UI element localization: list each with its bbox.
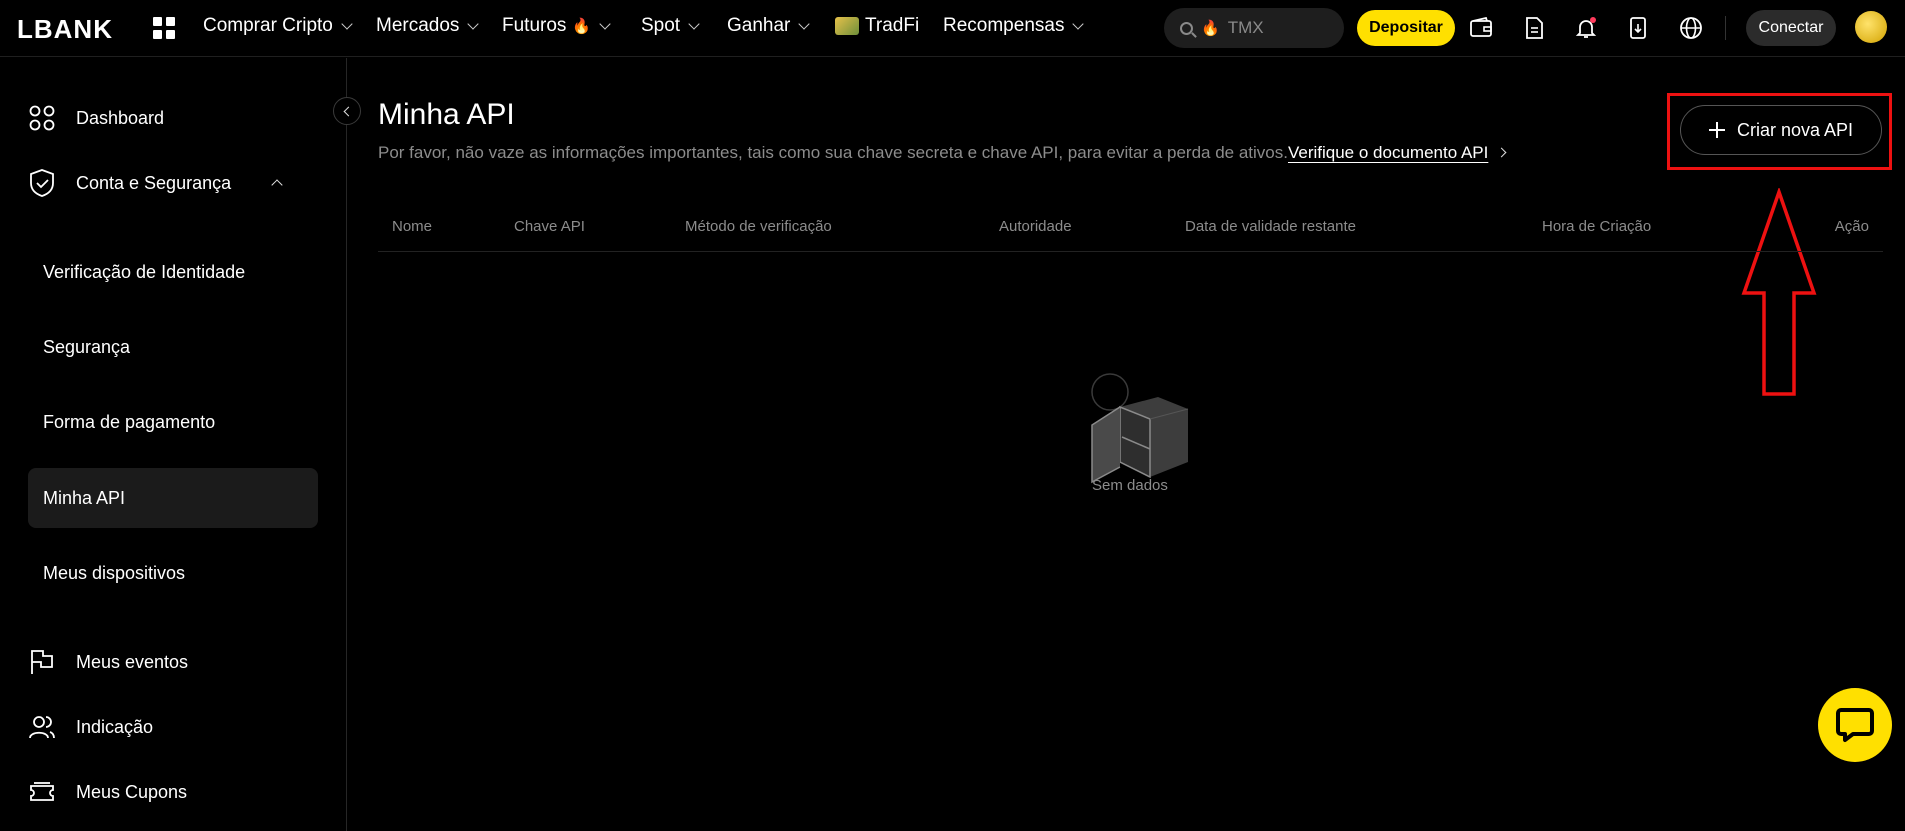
sidebar-item-label: Forma de pagamento: [43, 411, 216, 432]
annotation-highlight-box: [1667, 93, 1892, 170]
page-subtitle: Por favor, não vaze as informações impor…: [378, 143, 1507, 163]
chevron-down-icon: [599, 17, 611, 30]
warning-text: Por favor, não vaze as informações impor…: [378, 143, 1288, 162]
empty-state-text: Sem dados: [1092, 477, 1168, 494]
nav-futuros[interactable]: Futuros 🔥: [502, 15, 611, 37]
users-icon: [29, 716, 55, 739]
shield-check-icon: [30, 169, 54, 197]
tradfi-icon: [835, 17, 859, 35]
language-globe-icon[interactable]: [1677, 14, 1705, 42]
sidebar-item-my-devices[interactable]: Meus dispositivos: [28, 543, 318, 603]
search-placeholder: TMX: [1227, 18, 1264, 37]
chat-bubble-icon: [1836, 708, 1874, 742]
download-app-icon[interactable]: [1625, 14, 1653, 42]
chevron-down-icon: [467, 17, 480, 30]
nav-label: Recompensas: [943, 15, 1065, 36]
sidebar-item-referral[interactable]: Indicação: [28, 713, 153, 741]
nav-comprar-cripto[interactable]: Comprar Cripto: [203, 15, 353, 37]
top-navbar: LBANK Comprar Cripto Mercados Futuros 🔥 …: [0, 0, 1905, 57]
sidebar: Dashboard Conta e Segurança Verificação …: [0, 58, 347, 831]
sidebar-item-label: Dashboard: [76, 107, 165, 128]
sidebar-item-label: Conta e Segurança: [76, 172, 232, 193]
nav-label: Comprar Cripto: [203, 15, 333, 36]
divider: [1725, 16, 1726, 40]
sidebar-item-my-events[interactable]: Meus eventos: [28, 648, 188, 676]
nav-recompensas[interactable]: Recompensas: [943, 15, 1085, 37]
sidebar-item-label: Verificação de Identidade: [43, 261, 246, 282]
chevron-left-icon: [343, 106, 354, 116]
column-header-authority: Autoridade: [999, 218, 1072, 235]
chevron-right-icon: [1496, 147, 1507, 158]
column-header-api-key: Chave API: [514, 218, 585, 235]
nav-label: Spot: [641, 15, 681, 36]
bell-icon[interactable]: [1572, 14, 1600, 42]
chevron-up-icon[interactable]: [271, 179, 283, 191]
support-chat-button[interactable]: [1818, 688, 1892, 762]
nav-tradfi[interactable]: TradFi: [835, 15, 919, 37]
chevron-down-icon: [688, 17, 700, 30]
column-header-creation-time: Hora de Criação: [1542, 218, 1652, 235]
lbank-logo[interactable]: LBANK: [17, 14, 113, 45]
chevron-down-icon: [798, 17, 811, 30]
search-input[interactable]: 🔥 TMX: [1164, 8, 1344, 48]
deposit-button[interactable]: Depositar: [1357, 10, 1455, 46]
column-header-remaining-validity: Data de validade restante: [1185, 218, 1356, 235]
page-title: Minha API: [378, 98, 515, 131]
avatar[interactable]: [1855, 11, 1887, 43]
column-header-verification-method: Método de verificação: [685, 218, 832, 235]
sidebar-item-label: Meus dispositivos: [43, 562, 186, 583]
nav-mercados[interactable]: Mercados: [376, 15, 480, 37]
chevron-down-icon: [1072, 17, 1085, 30]
sidebar-item-security[interactable]: Segurança: [28, 317, 318, 377]
column-header-name: Nome: [392, 218, 433, 235]
connect-button[interactable]: Conectar: [1746, 10, 1836, 46]
sidebar-item-label: Minha API: [43, 487, 126, 508]
sidebar-collapse-button[interactable]: [333, 97, 361, 125]
flag-icon: [31, 650, 53, 674]
column-header-action: Ação: [1834, 218, 1869, 235]
chevron-down-icon: [341, 17, 353, 30]
dashboard-icon: [29, 105, 55, 131]
apps-grid-icon[interactable]: [153, 17, 175, 39]
sidebar-item-dashboard[interactable]: Dashboard: [28, 104, 164, 132]
sidebar-item-my-api[interactable]: Minha API: [28, 468, 318, 528]
orders-document-icon[interactable]: [1520, 14, 1548, 42]
nav-label: Mercados: [376, 15, 460, 36]
nav-label: TradFi: [865, 15, 920, 36]
sidebar-item-coupons[interactable]: Meus Cupons: [28, 778, 187, 806]
wallet-icon[interactable]: [1467, 14, 1495, 42]
sidebar-item-label: Indicação: [76, 716, 154, 737]
nav-label: Ganhar: [727, 15, 791, 36]
search-icon: [1180, 21, 1193, 35]
fire-icon: 🔥: [572, 18, 592, 35]
coupon-icon: [30, 782, 54, 801]
sidebar-item-account-security[interactable]: Conta e Segurança: [28, 168, 283, 198]
nav-label: Futuros: [502, 15, 567, 36]
nav-ganhar[interactable]: Ganhar: [727, 15, 811, 37]
sidebar-item-identity-verification[interactable]: Verificação de Identidade: [28, 242, 318, 302]
sidebar-item-payment-method[interactable]: Forma de pagamento: [28, 392, 318, 452]
api-table-header: Nome Chave API Método de verificação Aut…: [378, 210, 1883, 252]
sidebar-item-label: Meus eventos: [76, 651, 189, 672]
sidebar-item-label: Segurança: [43, 336, 131, 357]
sidebar-item-label: Meus Cupons: [76, 781, 188, 802]
nav-spot[interactable]: Spot: [641, 15, 700, 37]
fire-icon: 🔥: [1201, 20, 1220, 37]
api-doc-link[interactable]: Verifique o documento API: [1288, 143, 1488, 162]
